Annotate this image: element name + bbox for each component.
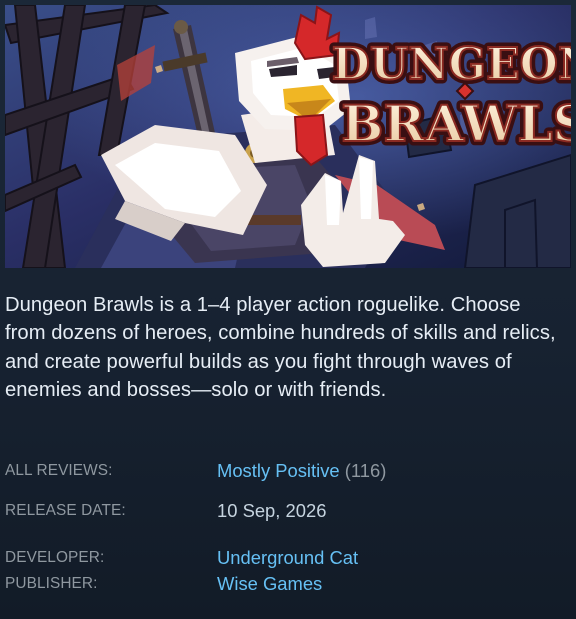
release-date-value: 10 Sep, 2026: [217, 500, 327, 521]
logo-line-1: DUNGEON: [332, 39, 571, 90]
logo-line-2: BRAWLS: [341, 94, 571, 153]
review-summary-link[interactable]: Mostly Positive: [217, 460, 340, 481]
release-date-label: RELEASE DATE:: [5, 502, 126, 519]
game-info-panel: DUNGEON DUNGEON BRAWLS BRAWLS Dungeon Br…: [0, 0, 576, 619]
publisher-link[interactable]: Wise Games: [217, 571, 322, 597]
review-count: (116): [344, 460, 387, 481]
publisher-label: PUBLISHER:: [5, 575, 98, 592]
developer-label: DEVELOPER:: [5, 549, 105, 566]
release-date-row: RELEASE DATE: 10 Sep, 2026: [5, 498, 565, 524]
reviews-value[interactable]: Mostly Positive (116): [217, 458, 386, 484]
game-description: Dungeon Brawls is a 1–4 player action ro…: [5, 294, 556, 402]
developer-link[interactable]: Underground Cat: [217, 545, 358, 571]
game-header-image[interactable]: DUNGEON DUNGEON BRAWLS BRAWLS: [5, 5, 571, 268]
reviews-row: ALL REVIEWS: Mostly Positive (116): [5, 458, 565, 484]
reviews-label: ALL REVIEWS:: [5, 462, 113, 479]
game-logo: DUNGEON DUNGEON BRAWLS BRAWLS: [327, 35, 571, 158]
publisher-row: PUBLISHER: Wise Games: [5, 571, 565, 597]
developer-row: DEVELOPER: Underground Cat: [5, 545, 565, 571]
